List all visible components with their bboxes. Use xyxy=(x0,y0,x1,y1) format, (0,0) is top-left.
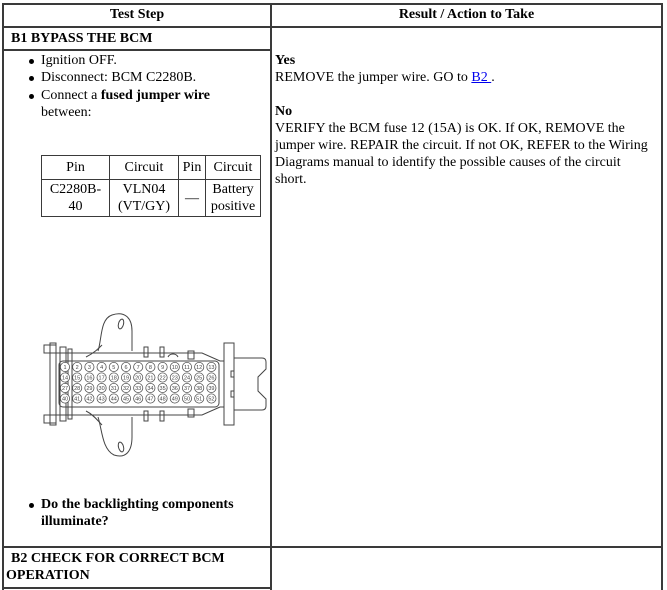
instruction-ignition-off: Ignition OFF. xyxy=(41,53,117,68)
connector-pin-number: 4 xyxy=(100,365,103,371)
step-b2-title-line2: OPERATION xyxy=(6,568,90,583)
instruction-connect-suffix: between: xyxy=(41,105,92,120)
connector-pin-number: 34 xyxy=(147,386,153,392)
connector-pin-number: 50 xyxy=(184,397,190,403)
instruction-connect-jumper: Connect a fused jumper wire xyxy=(41,87,210,104)
connector-pin-number: 26 xyxy=(208,376,214,382)
instruction-connect-bold: fused jumper wire xyxy=(100,88,211,103)
column-header-result: Result / Action to Take xyxy=(398,7,535,22)
connector-pin-number: 18 xyxy=(111,376,117,382)
header-row-divider xyxy=(2,26,663,28)
connector-pin-number: 17 xyxy=(99,376,105,382)
connector-pin-number: 33 xyxy=(135,386,141,392)
connector-pin-number: 3 xyxy=(88,365,91,371)
connector-pin-number: 12 xyxy=(196,365,202,371)
b2-title-divider xyxy=(2,587,270,589)
connector-pin-number: 51 xyxy=(196,397,202,403)
go-to-b2-link[interactable]: B2 xyxy=(471,70,491,85)
connector-pin-number: 31 xyxy=(111,386,117,392)
result-no-line: short. xyxy=(275,172,307,187)
connector-pin-number: 13 xyxy=(208,365,214,371)
connector-pin-number: 19 xyxy=(123,376,129,382)
connector-pin-number: 24 xyxy=(184,376,190,382)
instruction-disconnect: Disconnect: BCM C2280B. xyxy=(41,70,197,85)
bullet xyxy=(29,59,34,64)
result-no-line: Diagrams manual to identify the possible… xyxy=(275,155,621,170)
connector-pin-number: 41 xyxy=(74,397,80,403)
pin-table-header: Pin xyxy=(178,155,206,180)
connector-pin-number: 8 xyxy=(149,365,152,371)
connector-pin-number: 48 xyxy=(160,397,166,403)
b1-title-divider xyxy=(2,49,270,51)
result-yes-text: REMOVE the jumper wire. GO to B2 . xyxy=(275,69,495,86)
connector-pin-number: 49 xyxy=(172,397,178,403)
connector-pin-number: 40 xyxy=(62,397,68,403)
connector-pin-number: 23 xyxy=(172,376,178,382)
connector-pin-number: 14 xyxy=(62,376,68,382)
table-border-left xyxy=(2,3,4,590)
instruction-connect-prefix: Connect a xyxy=(41,88,101,103)
result-yes-action: REMOVE the jumper wire. GO to xyxy=(275,70,472,85)
connector-pin-number: 45 xyxy=(123,397,129,403)
step-b1-question: Do the backlighting components illuminat… xyxy=(41,497,234,529)
pin-table-cell: C2280B- 40 xyxy=(41,179,110,217)
connector-pin-number: 44 xyxy=(111,397,117,403)
connector-pin-number: 52 xyxy=(208,397,214,403)
connector-pin-number: 43 xyxy=(99,397,105,403)
connector-pin-number: 2 xyxy=(76,365,79,371)
result-yes-label: Yes xyxy=(275,53,296,68)
result-no-line: jumper wire. REPAIR the circuit. If not … xyxy=(275,138,648,153)
table-border-right xyxy=(661,3,663,590)
connector-pin-number: 21 xyxy=(147,376,153,382)
connector-pin-number: 36 xyxy=(172,386,178,392)
pin-table-cell: Battery positive xyxy=(205,179,261,217)
pin-table: Pin Circuit Pin Circuit C2280B- 40 VLN04(… xyxy=(41,155,261,217)
connector-pin-number: 25 xyxy=(196,376,202,382)
table-border-top xyxy=(2,3,663,5)
connector-pin-number: 20 xyxy=(135,376,141,382)
bullet xyxy=(29,94,34,99)
connector-pin-number: 16 xyxy=(86,376,92,382)
b1-b2-divider xyxy=(2,546,663,548)
pin-table-cell: — xyxy=(178,179,206,217)
column-divider xyxy=(270,3,272,590)
connector-pin-number: 27 xyxy=(62,386,68,392)
connector-pin-number: 7 xyxy=(137,365,140,371)
connector-pin-number: 15 xyxy=(74,376,80,382)
connector-pin-number: 32 xyxy=(123,386,129,392)
pin-table-row: C2280B- 40 VLN04 (VT/GY) — Battery positive xyxy=(41,179,261,217)
connector-pin-number: 46 xyxy=(135,397,141,403)
connector-pin-number: 38 xyxy=(196,386,202,392)
step-b2-title-line1: B2 CHECK FOR CORRECT BCM xyxy=(11,551,225,566)
connector-pin-number: 6 xyxy=(124,365,127,371)
pin-table-header: Circuit xyxy=(109,155,179,180)
connector-pin-number: 5 xyxy=(112,365,115,371)
connector-pin-number: 39 xyxy=(208,386,214,392)
connector-c2280b-diagram: 1 2 3 4 5 6 7 8 9 10 11 12 1314 15 16 17 18 19 20 21 22 23 24 2… xyxy=(43,313,267,457)
result-no-label: No xyxy=(275,104,293,119)
connector-pin-number: 47 xyxy=(147,397,153,403)
connector-pin-number: 30 xyxy=(99,386,105,392)
pin-table-header-row: Pin Circuit Pin Circuit xyxy=(41,155,261,180)
connector-pin-number: 28 xyxy=(74,386,80,392)
result-yes-period: . xyxy=(491,70,495,85)
column-header-test-step: Test Step xyxy=(109,7,165,22)
result-no-line: VERIFY the BCM fuse 12 (15A) is OK. If O… xyxy=(275,121,625,136)
pin-table-header: Pin xyxy=(41,155,110,180)
connector-pin-number: 11 xyxy=(184,365,190,371)
connector-pin-number: 9 xyxy=(161,365,164,371)
pin-table-header: Circuit xyxy=(205,155,261,180)
connector-pin-number: 37 xyxy=(184,386,190,392)
bullet xyxy=(29,503,34,508)
connector-pin-number: 22 xyxy=(160,376,166,382)
bullet xyxy=(29,76,34,81)
pin-table-cell: VLN04 (VT/GY) xyxy=(109,179,179,217)
connector-pin-number: 10 xyxy=(172,365,178,371)
connector-pin-number: 35 xyxy=(160,386,166,392)
connector-pin-number: 42 xyxy=(86,397,92,403)
connector-pin-number: 29 xyxy=(86,386,92,392)
step-b1-title: B1 BYPASS THE BCM xyxy=(11,31,153,46)
connector-pin-number: 1 xyxy=(63,365,66,371)
